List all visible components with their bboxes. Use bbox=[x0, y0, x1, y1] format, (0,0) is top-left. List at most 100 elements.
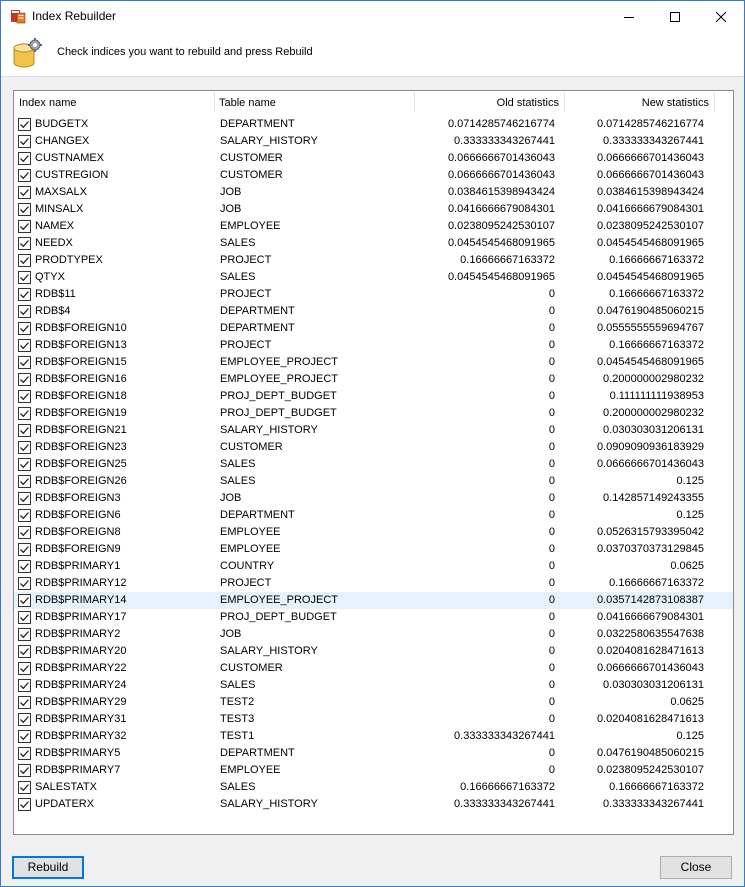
row-checkbox[interactable] bbox=[18, 271, 31, 284]
row-checkbox[interactable] bbox=[18, 713, 31, 726]
row-checkbox[interactable] bbox=[18, 577, 31, 590]
table-row[interactable]: UPDATERX SALARY_HISTORY 0.333333343267441 0… bbox=[14, 796, 733, 813]
table-row[interactable]: RDB$PRIMARY2 JOB 0 0.0322580635547638 bbox=[14, 626, 733, 643]
table-row[interactable]: RDB$FOREIGN15 EMPLOYEE_PROJECT 0 0.04545454… bbox=[14, 354, 733, 371]
row-checkbox[interactable] bbox=[18, 305, 31, 318]
table-row[interactable]: RDB$FOREIGN6 DEPARTMENT 0 0.125 bbox=[14, 507, 733, 524]
rebuild-button[interactable]: Rebuild bbox=[12, 856, 84, 879]
table-row[interactable]: MAXSALX JOB 0.0384615398943424 0.0384615398… bbox=[14, 184, 733, 201]
table-row[interactable]: RDB$FOREIGN26 SALES 0 0.125 bbox=[14, 473, 733, 490]
table-row[interactable]: CHANGEX SALARY_HISTORY 0.333333343267441 0.… bbox=[14, 133, 733, 150]
row-checkbox[interactable] bbox=[18, 339, 31, 352]
table-row[interactable]: RDB$11 PROJECT 0 0.16666667163372 bbox=[14, 286, 733, 303]
row-checkbox[interactable] bbox=[18, 441, 31, 454]
table-row[interactable]: RDB$PRIMARY1 COUNTRY 0 0.0625 bbox=[14, 558, 733, 575]
row-checkbox[interactable] bbox=[18, 254, 31, 267]
table-row[interactable]: RDB$PRIMARY7 EMPLOYEE 0 0.0238095242530107 bbox=[14, 762, 733, 779]
row-checkbox[interactable] bbox=[18, 186, 31, 199]
table-row[interactable]: NEEDX SALES 0.0454545468091965 0.0454545468… bbox=[14, 235, 733, 252]
row-checkbox[interactable] bbox=[18, 169, 31, 182]
row-checkbox[interactable] bbox=[18, 203, 31, 216]
row-checkbox[interactable] bbox=[18, 492, 31, 505]
row-checkbox[interactable] bbox=[18, 730, 31, 743]
row-checkbox[interactable] bbox=[18, 322, 31, 335]
table-row[interactable]: RDB$FOREIGN21 SALARY_HISTORY 0 0.0303030312… bbox=[14, 422, 733, 439]
row-checkbox[interactable] bbox=[18, 390, 31, 403]
checkmark-icon bbox=[20, 359, 29, 367]
new-statistics-cell: 0.0714285746216774 bbox=[596, 118, 704, 130]
row-checkbox[interactable] bbox=[18, 475, 31, 488]
table-row[interactable]: CUSTREGION CUSTOMER 0.0666666701436043 0.06… bbox=[14, 167, 733, 184]
table-row[interactable]: NAMEX EMPLOYEE 0.0238095242530107 0.0238095… bbox=[14, 218, 733, 235]
table-name-cell: EMPLOYEE_PROJECT bbox=[220, 594, 338, 606]
minimize-button[interactable] bbox=[606, 1, 652, 32]
row-checkbox[interactable] bbox=[18, 679, 31, 692]
close-button[interactable]: Close bbox=[660, 856, 732, 879]
table-row[interactable]: RDB$FOREIGN19 PROJ_DEPT_BUDGET 0 0.20000000… bbox=[14, 405, 733, 422]
table-row[interactable]: BUDGETX DEPARTMENT 0.0714285746216774 0.071… bbox=[14, 116, 733, 133]
table-row[interactable]: CUSTNAMEX CUSTOMER 0.0666666701436043 0.066… bbox=[14, 150, 733, 167]
row-checkbox[interactable] bbox=[18, 135, 31, 148]
table-row[interactable]: RDB$PRIMARY31 TEST3 0 0.0204081628471613 bbox=[14, 711, 733, 728]
close-window-button[interactable] bbox=[698, 1, 744, 32]
table-name-cell: SALARY_HISTORY bbox=[220, 798, 318, 810]
table-row[interactable]: RDB$FOREIGN16 EMPLOYEE_PROJECT 0 0.20000000… bbox=[14, 371, 733, 388]
row-checkbox[interactable] bbox=[18, 288, 31, 301]
row-checkbox[interactable] bbox=[18, 237, 31, 250]
table-row[interactable]: QTYX SALES 0.0454545468091965 0.04545454680… bbox=[14, 269, 733, 286]
row-checkbox[interactable] bbox=[18, 560, 31, 573]
column-header-old-statistics[interactable]: Old statistics bbox=[414, 91, 564, 114]
table-row[interactable]: PRODTYPEX PROJECT 0.16666667163372 0.166666… bbox=[14, 252, 733, 269]
table-row[interactable]: RDB$FOREIGN10 DEPARTMENT 0 0.05555555596947… bbox=[14, 320, 733, 337]
row-checkbox[interactable] bbox=[18, 407, 31, 420]
table-row[interactable]: RDB$FOREIGN9 EMPLOYEE 0 0.0370370373129845 bbox=[14, 541, 733, 558]
table-row[interactable]: RDB$PRIMARY20 SALARY_HISTORY 0 0.0204081628… bbox=[14, 643, 733, 660]
index-grid[interactable]: Index name Table name Old statistics New… bbox=[13, 90, 734, 835]
row-checkbox[interactable] bbox=[18, 764, 31, 777]
column-header-table-name[interactable]: Table name bbox=[214, 91, 414, 114]
table-row[interactable]: RDB$PRIMARY5 DEPARTMENT 0 0.047619048506021… bbox=[14, 745, 733, 762]
row-checkbox[interactable] bbox=[18, 611, 31, 624]
row-checkbox[interactable] bbox=[18, 424, 31, 437]
row-checkbox[interactable] bbox=[18, 781, 31, 794]
table-name-cell: DEPARTMENT bbox=[220, 747, 295, 759]
row-checkbox[interactable] bbox=[18, 152, 31, 165]
table-row[interactable]: MINSALX JOB 0.0416666679084301 0.0416666679… bbox=[14, 201, 733, 218]
table-row[interactable]: RDB$FOREIGN18 PROJ_DEPT_BUDGET 0 0.11111111… bbox=[14, 388, 733, 405]
column-header-index-name[interactable]: Index name bbox=[14, 91, 214, 114]
row-checkbox[interactable] bbox=[18, 645, 31, 658]
table-row[interactable]: RDB$FOREIGN23 CUSTOMER 0 0.0909090936183929 bbox=[14, 439, 733, 456]
row-checkbox[interactable] bbox=[18, 458, 31, 471]
row-checkbox[interactable] bbox=[18, 798, 31, 811]
row-checkbox[interactable] bbox=[18, 509, 31, 522]
table-row[interactable]: SALESTATX SALES 0.16666667163372 0.16666667… bbox=[14, 779, 733, 796]
row-checkbox[interactable] bbox=[18, 118, 31, 131]
title-bar[interactable]: Index Rebuilder bbox=[1, 1, 744, 32]
table-row[interactable]: RDB$FOREIGN3 JOB 0 0.142857149243355 bbox=[14, 490, 733, 507]
row-checkbox[interactable] bbox=[18, 594, 31, 607]
table-row[interactable]: RDB$4 DEPARTMENT 0 0.0476190485060215 bbox=[14, 303, 733, 320]
row-checkbox[interactable] bbox=[18, 662, 31, 675]
table-row[interactable]: RDB$PRIMARY17 PROJ_DEPT_BUDGET 0 0.04166666… bbox=[14, 609, 733, 626]
row-checkbox[interactable] bbox=[18, 220, 31, 233]
table-row[interactable]: RDB$FOREIGN25 SALES 0 0.0666666701436043 bbox=[14, 456, 733, 473]
row-checkbox[interactable] bbox=[18, 628, 31, 641]
table-row[interactable]: RDB$PRIMARY29 TEST2 0 0.0625 bbox=[14, 694, 733, 711]
table-row[interactable]: RDB$FOREIGN13 PROJECT 0 0.16666667163372 bbox=[14, 337, 733, 354]
table-row[interactable]: RDB$PRIMARY22 CUSTOMER 0 0.0666666701436043 bbox=[14, 660, 733, 677]
row-checkbox[interactable] bbox=[18, 373, 31, 386]
row-checkbox[interactable] bbox=[18, 747, 31, 760]
table-name-cell: DEPARTMENT bbox=[220, 322, 295, 334]
column-header-new-statistics[interactable]: New statistics bbox=[564, 91, 714, 114]
checkmark-icon bbox=[20, 801, 29, 809]
row-checkbox[interactable] bbox=[18, 696, 31, 709]
row-checkbox[interactable] bbox=[18, 356, 31, 369]
row-checkbox[interactable] bbox=[18, 526, 31, 539]
table-row[interactable]: RDB$PRIMARY24 SALES 0 0.030303031206131 bbox=[14, 677, 733, 694]
table-row[interactable]: RDB$FOREIGN8 EMPLOYEE 0 0.0526315793395042 bbox=[14, 524, 733, 541]
table-row[interactable]: RDB$PRIMARY14 EMPLOYEE_PROJECT 0 0.03571428… bbox=[14, 592, 733, 609]
maximize-button[interactable] bbox=[652, 1, 698, 32]
row-checkbox[interactable] bbox=[18, 543, 31, 556]
table-row[interactable]: RDB$PRIMARY32 TEST1 0.333333343267441 0.125 bbox=[14, 728, 733, 745]
table-row[interactable]: RDB$PRIMARY12 PROJECT 0 0.16666667163372 bbox=[14, 575, 733, 592]
